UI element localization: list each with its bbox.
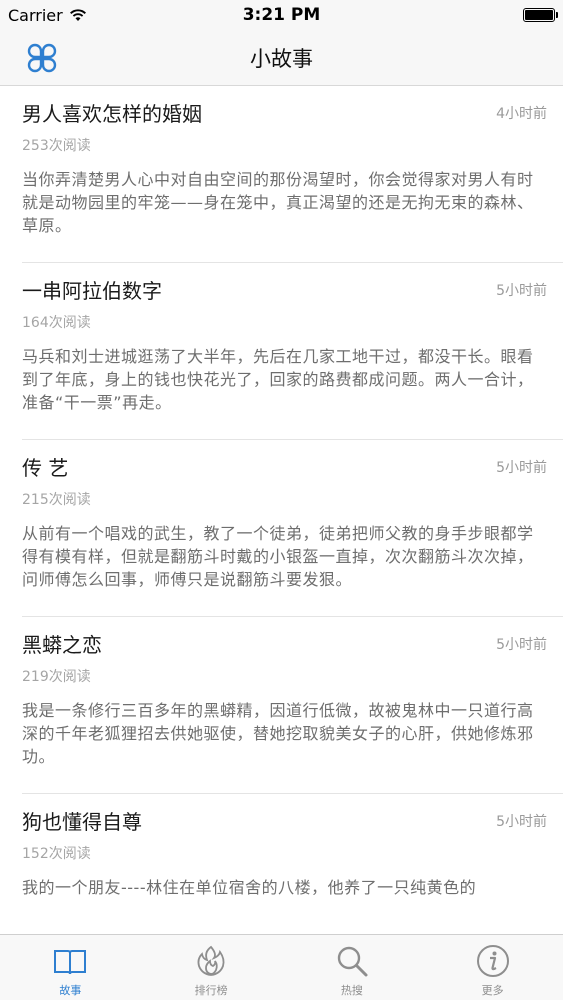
tab-bar: 故事 排行榜 热搜 更多 xyxy=(0,934,563,1000)
tab-ranking[interactable]: 排行榜 xyxy=(141,935,282,1000)
tab-more[interactable]: 更多 xyxy=(422,935,563,1000)
list-item[interactable]: 狗也懂得自尊 5小时前 152次阅读 我的一个朋友----林住在单位宿舍的八楼，… xyxy=(0,794,563,934)
page-title: 小故事 xyxy=(250,46,313,71)
story-time: 4小时前 xyxy=(496,106,547,122)
item-header: 一串阿拉伯数字 5小时前 xyxy=(22,277,547,305)
story-read-count: 219次阅读 xyxy=(22,669,91,685)
item-header: 传 艺 5小时前 xyxy=(22,454,547,482)
wifi-icon xyxy=(69,9,86,21)
tab-hot-search[interactable]: 热搜 xyxy=(282,935,423,1000)
item-header: 黑蟒之恋 5小时前 xyxy=(22,631,547,659)
list-item[interactable]: 黑蟒之恋 5小时前 219次阅读 我是一条修行三百多年的黑蟒精，因道行低微，故被… xyxy=(0,617,563,794)
tab-label: 更多 xyxy=(481,984,504,997)
list-item[interactable]: 传 艺 5小时前 215次阅读 从前有一个唱戏的武生，教了一个徒弟，徒弟把师父教… xyxy=(0,440,563,617)
info-icon xyxy=(476,945,509,977)
story-time: 5小时前 xyxy=(496,814,547,830)
status-time: 3:21 PM xyxy=(242,5,321,25)
search-icon xyxy=(337,946,368,977)
story-read-count: 164次阅读 xyxy=(22,315,91,331)
book-icon xyxy=(54,950,87,975)
story-summary: 当你弄清楚男人心中对自由空间的那份渴望时，你会觉得家对男人有时就是动物园里的牢笼… xyxy=(22,170,534,235)
clover-menu-icon[interactable] xyxy=(24,40,60,76)
story-title: 传 艺 xyxy=(22,456,69,480)
story-title: 男人喜欢怎样的婚姻 xyxy=(22,102,202,126)
status-left: Carrier xyxy=(8,6,148,25)
flame-icon xyxy=(197,945,225,976)
list-item[interactable]: 一串阿拉伯数字 5小时前 164次阅读 马兵和刘士进城逛荡了大半年，先后在几家工… xyxy=(0,263,563,440)
nav-bar: 小故事 xyxy=(0,30,563,86)
story-time: 5小时前 xyxy=(496,283,547,299)
list-item[interactable]: 男人喜欢怎样的婚姻 4小时前 253次阅读 当你弄清楚男人心中对自由空间的那份渴… xyxy=(0,86,563,263)
tab-stories[interactable]: 故事 xyxy=(0,935,141,1000)
story-read-count: 152次阅读 xyxy=(22,846,91,862)
status-bar: Carrier 3:21 PM xyxy=(0,0,563,30)
story-title: 黑蟒之恋 xyxy=(22,633,102,657)
tab-label: 热搜 xyxy=(340,984,363,997)
carrier-label: Carrier xyxy=(8,5,63,25)
story-list[interactable]: 男人喜欢怎样的婚姻 4小时前 253次阅读 当你弄清楚男人心中对自由空间的那份渴… xyxy=(0,86,563,934)
story-summary: 我是一条修行三百多年的黑蟒精，因道行低微，故被鬼林中一只道行高深的千年老狐狸招去… xyxy=(22,701,534,766)
story-summary: 马兵和刘士进城逛荡了大半年，先后在几家工地干过，都没干长。眼看到了年底，身上的钱… xyxy=(22,347,534,412)
story-title: 一串阿拉伯数字 xyxy=(22,279,162,303)
story-title: 狗也懂得自尊 xyxy=(22,810,142,834)
tab-label: 故事 xyxy=(59,984,82,997)
story-time: 5小时前 xyxy=(496,637,547,653)
story-read-count: 215次阅读 xyxy=(22,492,91,508)
tab-label: 排行榜 xyxy=(194,984,228,997)
story-summary: 我的一个朋友----林住在单位宿舍的八楼，他养了一只纯黄色的 xyxy=(22,878,477,897)
story-summary: 从前有一个唱戏的武生，教了一个徒弟，徒弟把师父教的身手步眼都学得有模有样，但就是… xyxy=(22,524,534,589)
story-time: 5小时前 xyxy=(496,460,547,476)
battery-fill xyxy=(525,10,553,20)
story-read-count: 253次阅读 xyxy=(22,138,91,154)
item-header: 男人喜欢怎样的婚姻 4小时前 xyxy=(22,100,547,128)
battery-icon xyxy=(523,8,558,22)
status-right xyxy=(415,8,558,22)
item-header: 狗也懂得自尊 5小时前 xyxy=(22,808,547,836)
